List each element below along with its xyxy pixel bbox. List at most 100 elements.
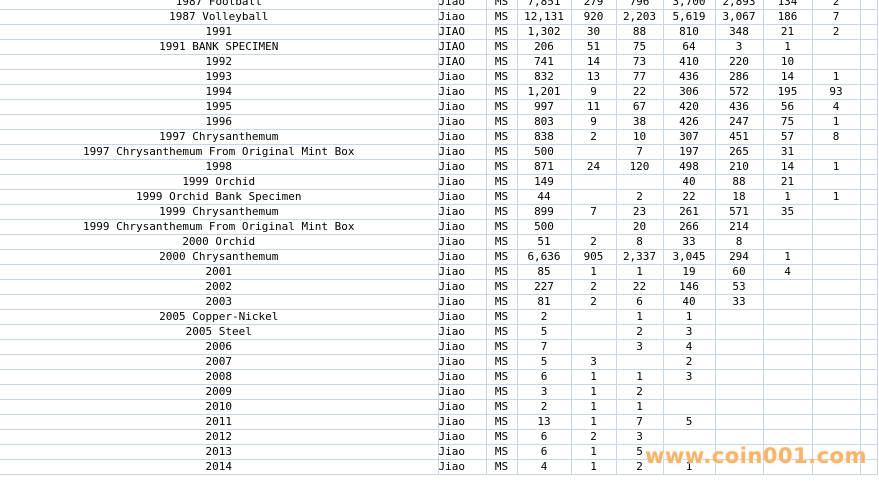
count-cell[interactable]: 9 (571, 114, 617, 130)
count-cell[interactable]: 1 (571, 459, 617, 475)
count-cell[interactable]: 1,201 (517, 84, 572, 100)
count-cell[interactable]: 206 (517, 39, 572, 55)
count-cell[interactable]: 214 (715, 219, 764, 235)
grade-cell[interactable]: MS (486, 429, 518, 445)
coin-name-cell[interactable]: 2001 (0, 264, 439, 280)
count-cell[interactable]: 294 (715, 249, 764, 265)
count-cell[interactable]: 12,131 (517, 9, 572, 25)
coin-name-cell[interactable]: 1987 Football (0, 0, 439, 10)
count-cell[interactable]: 31 (763, 144, 813, 160)
count-cell[interactable] (571, 144, 617, 160)
count-cell[interactable]: 2 (571, 234, 617, 250)
coin-name-cell[interactable]: 2006 (0, 339, 439, 355)
grade-cell[interactable]: MS (486, 414, 518, 430)
grade-cell[interactable]: MS (486, 249, 518, 265)
count-cell[interactable]: 1 (812, 159, 861, 175)
grade-cell[interactable]: MS (486, 279, 518, 295)
count-cell[interactable] (812, 39, 861, 55)
coin-name-cell[interactable]: 1998 (0, 159, 439, 175)
count-cell[interactable] (812, 279, 861, 295)
empty-cell[interactable] (860, 429, 878, 445)
count-cell[interactable]: 56 (763, 99, 813, 115)
count-cell[interactable]: 498 (663, 159, 716, 175)
count-cell[interactable]: 838 (517, 129, 572, 145)
count-cell[interactable]: 1,302 (517, 24, 572, 40)
empty-cell[interactable] (860, 159, 878, 175)
count-cell[interactable]: 20 (616, 219, 664, 235)
count-cell[interactable]: 14 (571, 54, 617, 70)
count-cell[interactable]: 4 (812, 99, 861, 115)
count-cell[interactable] (812, 249, 861, 265)
grade-cell[interactable]: MS (486, 69, 518, 85)
count-cell[interactable]: 6 (517, 444, 572, 460)
grade-cell[interactable]: MS (486, 459, 518, 475)
count-cell[interactable]: 420 (663, 99, 716, 115)
count-cell[interactable]: 997 (517, 99, 572, 115)
count-cell[interactable] (812, 219, 861, 235)
grade-cell[interactable]: MS (486, 309, 518, 325)
count-cell[interactable]: 410 (663, 54, 716, 70)
count-cell[interactable]: 796 (616, 0, 664, 10)
count-cell[interactable] (715, 354, 764, 370)
denomination-cell[interactable]: JIAO (438, 54, 487, 70)
count-cell[interactable]: 426 (663, 114, 716, 130)
count-cell[interactable] (812, 264, 861, 280)
coin-name-cell[interactable]: 2014 (0, 459, 439, 475)
count-cell[interactable]: 2 (517, 309, 572, 325)
empty-cell[interactable] (860, 129, 878, 145)
count-cell[interactable]: 38 (616, 114, 664, 130)
count-cell[interactable] (663, 429, 716, 445)
count-cell[interactable]: 33 (715, 294, 764, 310)
count-cell[interactable]: 10 (763, 54, 813, 70)
count-cell[interactable]: 6 (616, 294, 664, 310)
count-cell[interactable]: 30 (571, 24, 617, 40)
count-cell[interactable]: 3 (571, 354, 617, 370)
count-cell[interactable] (715, 384, 764, 400)
count-cell[interactable] (812, 54, 861, 70)
denomination-cell[interactable]: Jiao (438, 459, 487, 475)
denomination-cell[interactable]: Jiao (438, 249, 487, 265)
count-cell[interactable] (616, 354, 664, 370)
count-cell[interactable] (571, 309, 617, 325)
count-cell[interactable] (616, 174, 664, 190)
count-cell[interactable]: 1 (812, 114, 861, 130)
count-cell[interactable] (763, 294, 813, 310)
count-cell[interactable]: 8 (715, 234, 764, 250)
count-cell[interactable]: 60 (715, 264, 764, 280)
count-cell[interactable]: 803 (517, 114, 572, 130)
count-cell[interactable] (571, 189, 617, 205)
count-cell[interactable] (715, 309, 764, 325)
count-cell[interactable]: 73 (616, 54, 664, 70)
denomination-cell[interactable]: Jiao (438, 369, 487, 385)
count-cell[interactable] (812, 399, 861, 415)
count-cell[interactable]: 81 (517, 294, 572, 310)
count-cell[interactable]: 64 (663, 39, 716, 55)
empty-cell[interactable] (860, 9, 878, 25)
denomination-cell[interactable]: Jiao (438, 0, 487, 10)
count-cell[interactable]: 810 (663, 24, 716, 40)
count-cell[interactable]: 40 (663, 174, 716, 190)
denomination-cell[interactable]: Jiao (438, 339, 487, 355)
count-cell[interactable]: 13 (571, 69, 617, 85)
denomination-cell[interactable]: Jiao (438, 219, 487, 235)
count-cell[interactable]: 9 (571, 84, 617, 100)
count-cell[interactable] (763, 219, 813, 235)
count-cell[interactable]: 279 (571, 0, 617, 10)
empty-cell[interactable] (860, 264, 878, 280)
count-cell[interactable]: 22 (616, 279, 664, 295)
empty-cell[interactable] (860, 69, 878, 85)
empty-cell[interactable] (860, 234, 878, 250)
count-cell[interactable]: 1 (571, 414, 617, 430)
coin-name-cell[interactable]: 1997 Chrysanthemum From Original Mint Bo… (0, 144, 439, 160)
denomination-cell[interactable]: Jiao (438, 324, 487, 340)
count-cell[interactable]: 51 (517, 234, 572, 250)
coin-name-cell[interactable]: 1987 Volleyball (0, 9, 439, 25)
coin-name-cell[interactable]: 1996 (0, 114, 439, 130)
count-cell[interactable] (763, 414, 813, 430)
count-cell[interactable]: 307 (663, 129, 716, 145)
count-cell[interactable]: 75 (763, 114, 813, 130)
coin-name-cell[interactable]: 1993 (0, 69, 439, 85)
denomination-cell[interactable]: Jiao (438, 159, 487, 175)
empty-cell[interactable] (860, 384, 878, 400)
count-cell[interactable]: 67 (616, 99, 664, 115)
